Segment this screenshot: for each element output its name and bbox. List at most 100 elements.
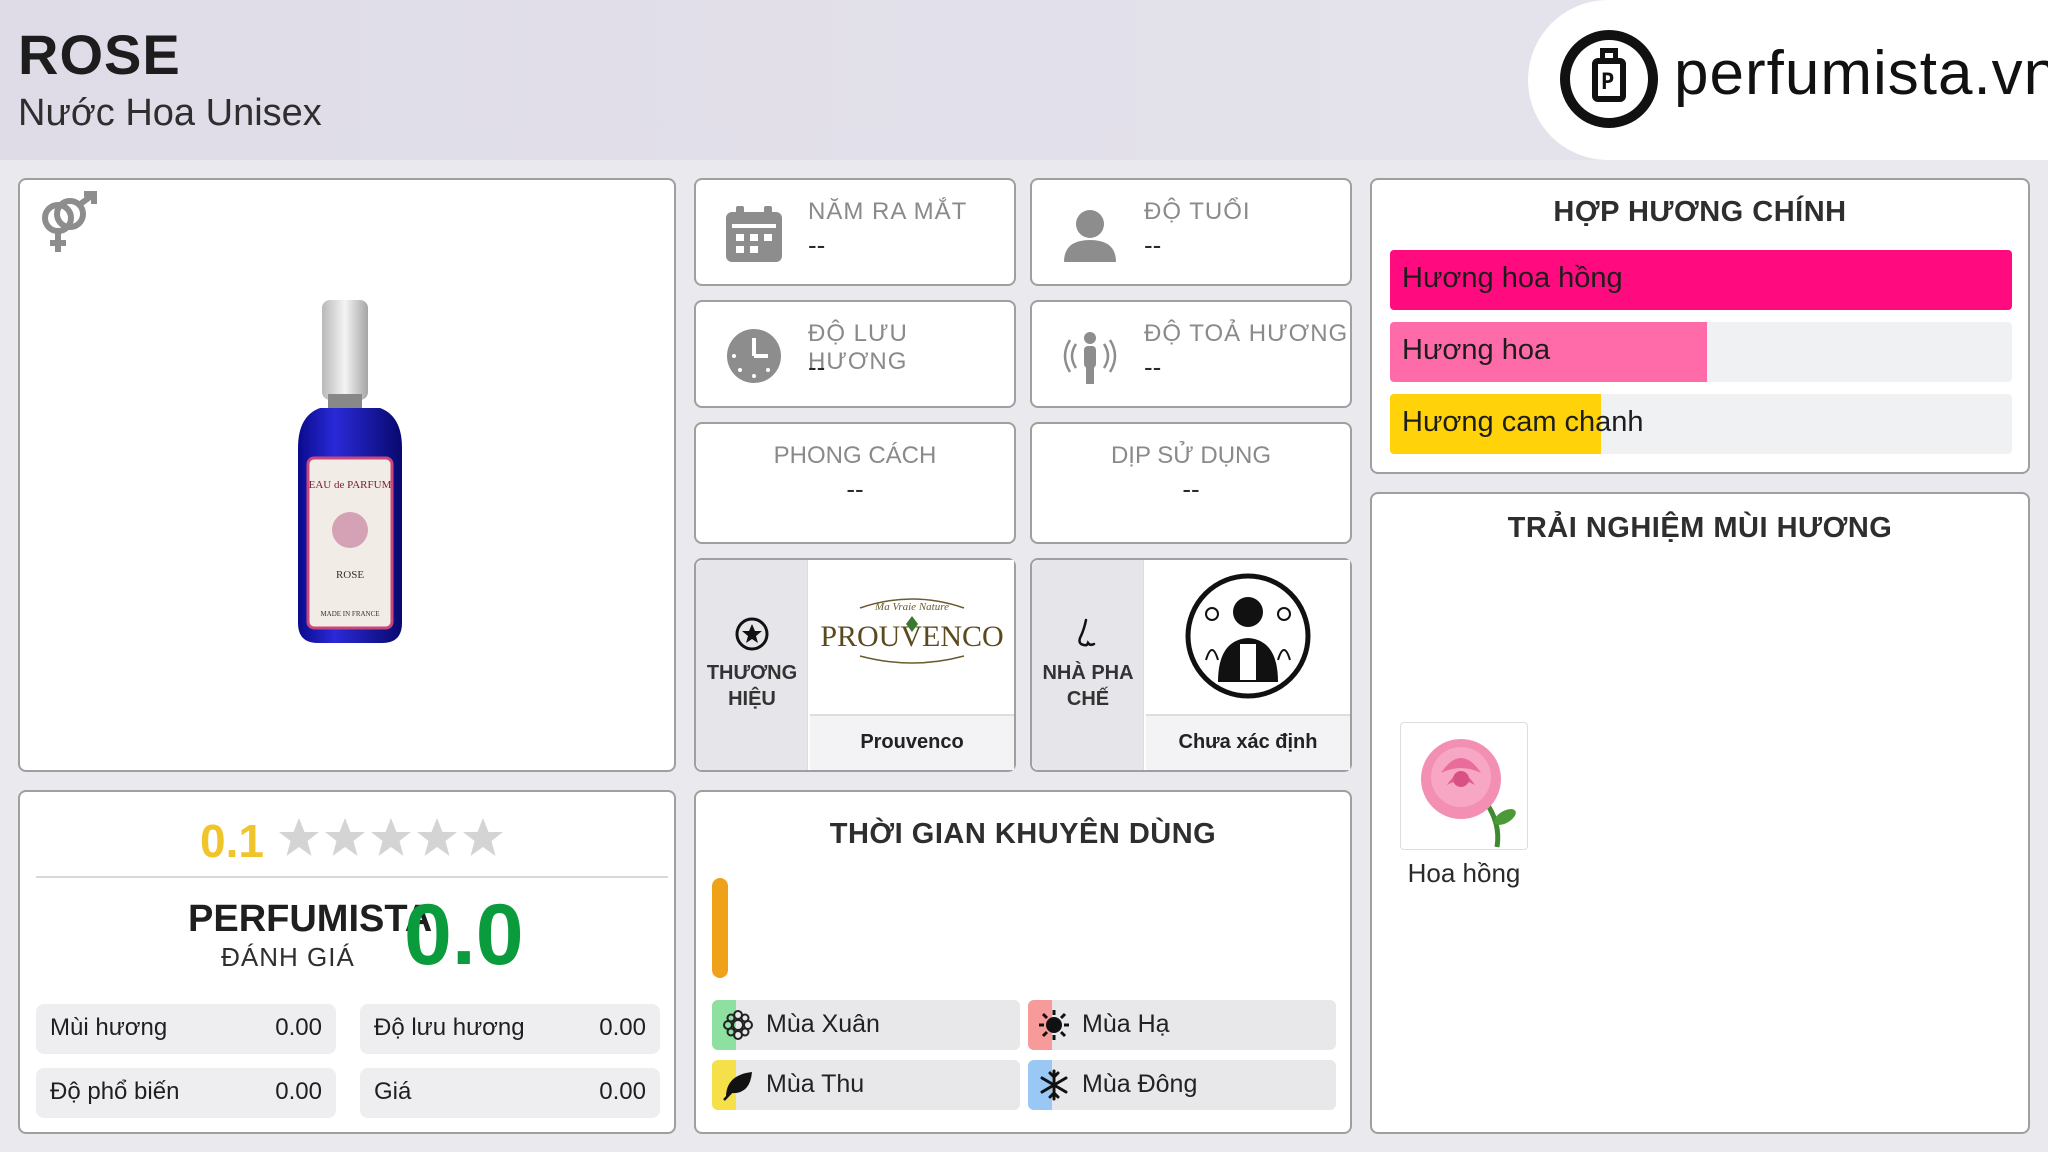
note-rose-label: Hoa hồng [1407,858,1521,888]
score-longevity-value: 0.00 [599,1014,646,1041]
perfumer-name[interactable]: Chưa xác định [1146,714,1350,770]
age-label: ĐỘ TUỔI [1144,198,1251,225]
score-longevity-label: Độ lưu hương [374,1014,525,1041]
perfumer-side-label-2: CHẾ [1066,688,1110,710]
sillage-card: ĐỘ TOẢ HƯƠNG -- [1030,300,1352,408]
style-card: PHONG CÁCH -- [694,422,1016,544]
accord-row[interactable]: Hương hoa hồng [1390,250,2012,310]
scent-experience-panel: TRẢI NGHIỆM MÙI HƯƠNG Hoa hồng [1370,492,2030,1134]
rating-panel: 0.1 PERFUMISTA ĐÁNH GIÁ 0.0 Mùi hương 0.… [18,790,676,1134]
score-scent-label: Mùi hương [50,1014,168,1041]
accord-label: Hương hoa hồng [1402,262,1623,294]
product-image-panel: EAU de PARFUM ROSE MADE IN FRANCE [18,178,676,772]
brand-side-label-1: THƯƠNG [706,662,798,684]
user-rating-score: 0.1 [200,815,264,867]
scent-experience-title: TRẢI NGHIỆM MÙI HƯƠNG [1507,512,1893,544]
score-scent-value: 0.00 [275,1014,322,1041]
score-popularity: Độ phổ biến 0.00 [36,1068,336,1118]
perfume-title: ROSE [18,23,181,86]
main-accords-title: HỢP HƯƠNG CHÍNH [1553,196,1847,228]
score-price-label: Giá [374,1078,412,1105]
star-icon[interactable] [325,818,365,856]
accord-label: Hương cam chanh [1402,406,1644,438]
brand-name[interactable]: Prouvenco [810,714,1014,770]
score-price-value: 0.00 [599,1078,646,1105]
season-winter-label: Mùa Đông [1082,1070,1198,1098]
score-longevity: Độ lưu hương 0.00 [360,1004,660,1054]
launch-year-label: NĂM RA MẮT [808,198,968,225]
brand-logo-tagline: Ma Vraie Nature [874,601,949,613]
site-logo[interactable]: P perfumista.vn [1528,0,2048,160]
leaf-icon [723,1072,752,1101]
perfume-subtitle: Nước Hoa Unisex [18,92,322,134]
flower-icon [723,1010,753,1040]
perfumer-side-label-1: NHÀ PHA [1042,662,1134,684]
perfumista-sub-label: ĐÁNH GIÁ [221,942,355,972]
sillage-value: -- [1144,352,1162,382]
score-popularity-value: 0.00 [275,1078,322,1105]
perfumista-score: 0.0 [404,887,524,983]
recommended-time-title: THỜI GIAN KHUYÊN DÙNG [829,818,1217,850]
season-summer-label: Mùa Hạ [1082,1010,1170,1038]
accord-row[interactable]: Hương cam chanh [1390,394,2012,454]
rating-divider [36,876,668,878]
occasion-label: DỊP SỬ DỤNG [1110,442,1272,469]
longevity-value: -- [808,352,826,382]
logo-text: perfumista.vn [1674,39,2048,108]
sillage-label: ĐỘ TOẢ HƯƠNG [1144,320,1349,347]
score-popularity-label: Độ phổ biến [50,1078,180,1105]
logo-mark-icon: P [1560,30,1658,128]
person-icon [1064,210,1116,262]
star-icon[interactable] [371,818,411,856]
brand-side-label-2: HIỆU [728,688,776,710]
accord-label: Hương hoa [1402,334,1551,366]
score-scent: Mùi hương 0.00 [36,1004,336,1054]
perfumer-card[interactable]: NHÀ PHA CHẾ Chưa xác định [1030,558,1352,772]
season-autumn[interactable]: Mùa Thu [712,1060,1020,1110]
perfumer-side: NHÀ PHA CHẾ [1032,560,1144,770]
recommended-time-panel: THỜI GIAN KHUYÊN DÙNG Mùa Xuân Mùa Hạ Mù… [694,790,1352,1134]
note-rose-thumbnail[interactable] [1400,722,1528,850]
unisex-gender-icon [42,191,97,252]
brand-card[interactable]: THƯƠNG HIỆU Ma Vraie Nature PROUVENCO Pr… [694,558,1016,772]
score-price: Giá 0.00 [360,1068,660,1118]
launch-year-value: -- [808,230,826,260]
perfumista-label: PERFUMISTA [188,898,433,940]
occasion-value: -- [1182,474,1200,504]
accord-row[interactable]: Hương hoa [1390,322,2012,382]
clock-icon [727,329,781,383]
longevity-label: ĐỘ LƯU HƯƠNG [808,320,908,375]
style-label: PHONG CÁCH [773,442,937,469]
rose-icon [1421,739,1516,848]
sillage-icon [1063,332,1117,384]
age-value: -- [1144,230,1162,260]
star-icon[interactable] [417,818,457,856]
sun-icon [1039,1010,1069,1040]
bottle-label-text-3: MADE IN FRANCE [320,610,379,618]
main-accords-panel: HỢP HƯƠNG CHÍNH Hương hoa hồng Hương hoa… [1370,178,2030,474]
launch-year-card: NĂM RA MẮT -- [694,178,1016,286]
age-card: ĐỘ TUỔI -- [1030,178,1352,286]
longevity-card: ĐỘ LƯU HƯƠNG -- [694,300,1016,408]
star-icon[interactable] [463,818,503,856]
season-autumn-label: Mùa Thu [766,1070,865,1098]
season-level-bar [712,878,728,978]
star-icon[interactable] [279,818,319,856]
brand-logo-image: Ma Vraie Nature PROUVENCO [810,560,1014,714]
style-value: -- [846,474,864,504]
bottle-label-text-2: ROSE [336,569,364,581]
calendar-icon [726,206,782,262]
star-badge-icon [735,617,769,651]
brand-side: THƯƠNG HIỆU [696,560,808,770]
rating-stars[interactable] [276,816,506,862]
perfume-bottle-image: EAU de PARFUM ROSE MADE IN FRANCE [298,300,402,643]
bottle-label-text-1: EAU de PARFUM [309,479,392,491]
season-winter[interactable]: Mùa Đông [1028,1060,1336,1110]
season-summer[interactable]: Mùa Hạ [1028,1000,1336,1050]
page-header: ROSE Nước Hoa Unisex P perfumista.vn [0,0,2048,160]
perfumer-image [1146,560,1350,714]
nose-icon [1078,618,1096,647]
snowflake-icon [1040,1069,1068,1101]
season-spring[interactable]: Mùa Xuân [712,1000,1020,1050]
occasion-card: DỊP SỬ DỤNG -- [1030,422,1352,544]
